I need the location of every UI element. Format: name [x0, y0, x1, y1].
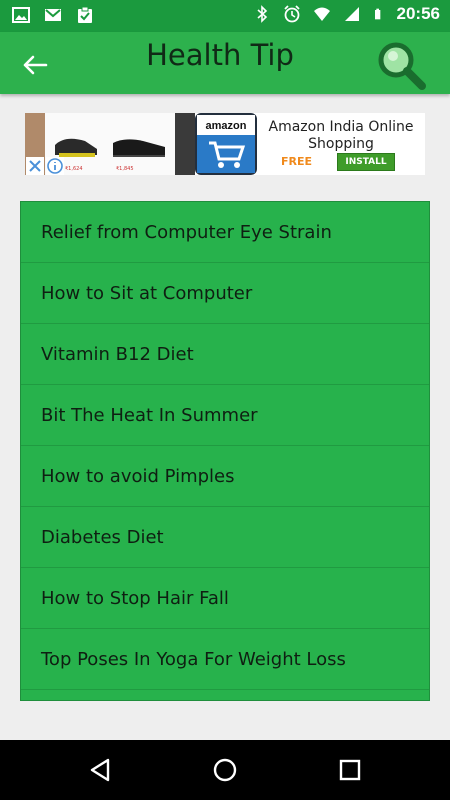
svg-text:amazon: amazon [206, 120, 247, 132]
ad-price-1: ₹1,624 [65, 166, 83, 172]
battery-icon [374, 8, 380, 20]
status-bar: 20:56 [0, 0, 450, 32]
recents-square-icon[interactable] [336, 756, 364, 784]
list-item[interactable]: Top Poses In Yoga For Weight Loss [21, 629, 429, 690]
list-item[interactable]: Vitamin B12 Diet [21, 324, 429, 385]
list-item[interactable]: How to Sit at Computer [21, 263, 429, 324]
ad-free-label: FREE [281, 155, 313, 168]
gmail-icon [45, 9, 61, 21]
amazon-logo-icon: amazon [195, 113, 257, 175]
ad-title: Amazon India Online Shopping [268, 119, 414, 152]
home-circle-icon[interactable] [211, 756, 239, 784]
status-time: 20:56 [396, 4, 440, 23]
bluetooth-icon [256, 5, 267, 23]
back-triangle-icon[interactable] [86, 756, 114, 784]
ad-close-icon[interactable] [26, 157, 44, 175]
clipboard-check-icon [78, 6, 92, 23]
signal-icon [344, 7, 359, 21]
ad-price-2: ₹1,845 [116, 166, 134, 172]
list-item[interactable]: How to Stop Hair Fall [21, 568, 429, 629]
tips-list: Relief from Computer Eye Strain How to S… [20, 201, 430, 701]
alarm-icon [283, 5, 300, 23]
nav-bar [0, 740, 450, 800]
list-item[interactable]: Bit The Heat In Summer [21, 385, 429, 446]
wifi-icon [313, 7, 330, 21]
list-item[interactable]: Diabetes Diet [21, 507, 429, 568]
image-icon [12, 7, 30, 23]
ad-install-button[interactable]: INSTALL [337, 153, 395, 171]
ad-banner[interactable]: ₹1,624 ₹1,845 amazon Amazon India Online… [25, 113, 425, 175]
ad-info-icon[interactable] [46, 157, 64, 175]
list-item[interactable]: Relief from Computer Eye Strain [21, 202, 429, 263]
search-icon[interactable] [374, 40, 430, 90]
list-item[interactable]: How to avoid Pimples [21, 446, 429, 507]
app-bar: Health Tip [0, 32, 450, 94]
